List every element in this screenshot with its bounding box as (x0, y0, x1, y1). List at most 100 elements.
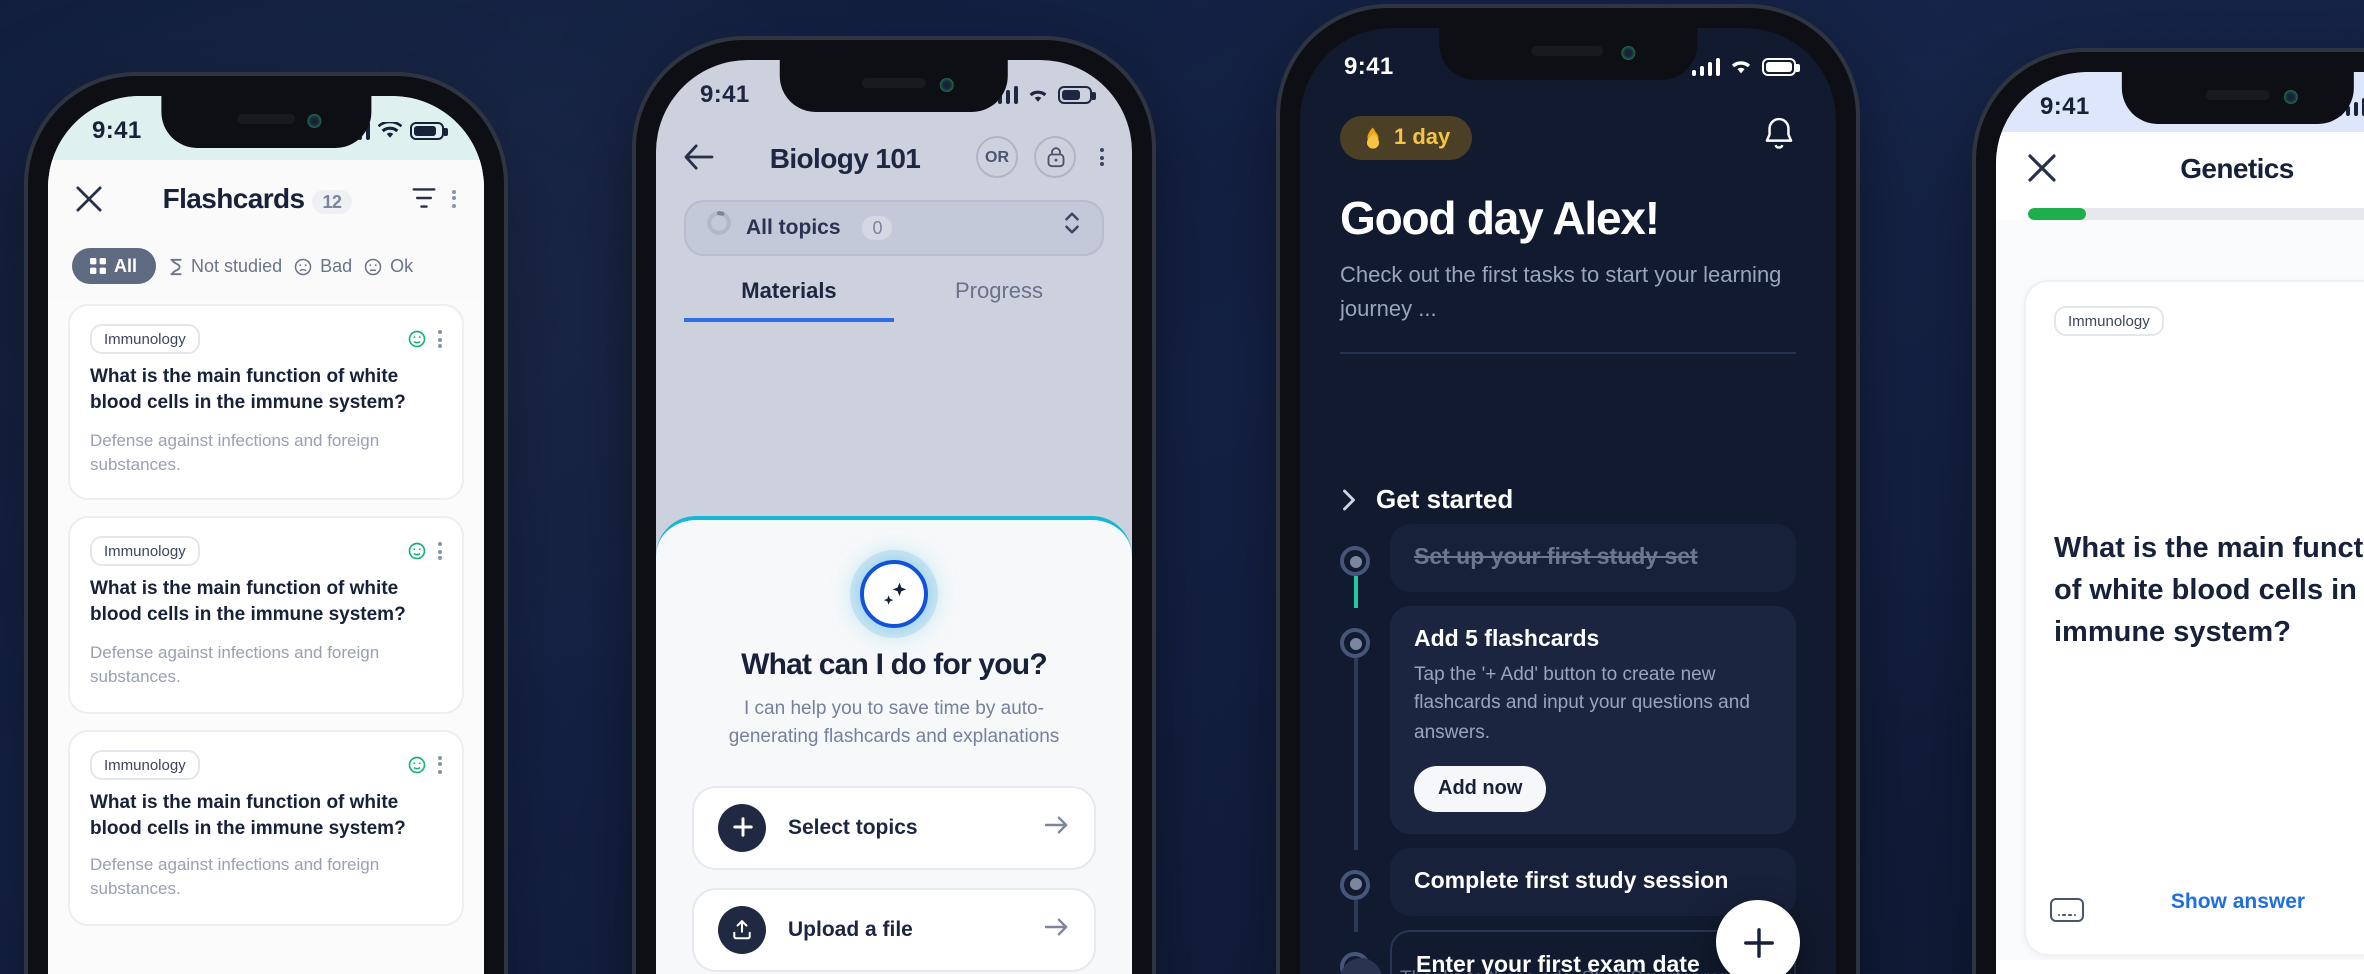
org-badge[interactable]: OR (976, 136, 1018, 178)
timeline-item[interactable]: Add 5 flashcards Tap the '+ Add' button … (1340, 606, 1796, 850)
topic-label: All topics (746, 216, 841, 240)
filter-chips: All Not studied Bad Ok (48, 236, 484, 300)
neutral-face-icon (364, 257, 382, 275)
tab-materials[interactable]: Materials (684, 280, 894, 322)
happy-face-icon (408, 543, 426, 561)
screen-mock-exam: 9:41 Genetics Immunology What is the mai… (1996, 72, 2364, 974)
notch (2121, 72, 2355, 124)
phone-flashcards: 9:41 Flashcards 12 All Not studied Bad O… (28, 76, 504, 974)
flashcard-item[interactable]: Immunology What is the main function of … (68, 516, 464, 714)
close-icon[interactable] (76, 185, 102, 211)
topic-tag: Immunology (90, 536, 200, 567)
question-card[interactable]: Immunology What is the main function of … (2024, 280, 2364, 956)
battery-icon (410, 121, 448, 139)
battery-icon (1762, 57, 1800, 75)
screen-flashcards: 9:41 Flashcards 12 All Not studied Bad O… (48, 96, 484, 974)
mockup-stage: 9:41 Flashcards 12 All Not studied Bad O… (0, 0, 2364, 974)
hourglass-icon (169, 257, 181, 275)
more-icon[interactable] (438, 755, 442, 774)
option-select-topics[interactable]: Select topics (692, 785, 1096, 869)
greeting: Good day Alex! (1340, 192, 1660, 244)
chevron-updown-icon (1062, 210, 1082, 246)
grid-icon (90, 258, 106, 274)
timeline-dot (1340, 628, 1370, 658)
task-description: Tap the '+ Add' button to create new fla… (1414, 664, 1750, 743)
status-time: 9:41 (1344, 52, 1394, 80)
section-label: Get started (1376, 484, 1514, 514)
topic-tag: Immunology (90, 749, 200, 780)
back-arrow-icon[interactable] (684, 144, 714, 170)
timeline-item[interactable]: Set up your first study set (1340, 524, 1796, 608)
ad-badge: AD (1340, 958, 1382, 974)
filter-icon[interactable] (412, 186, 436, 210)
task-title: Add 5 flashcards (1414, 628, 1600, 652)
flashcard-list[interactable]: Immunology What is the main function of … (68, 304, 464, 974)
tab-progress[interactable]: Progress (894, 280, 1104, 322)
task-title: Complete first study session (1414, 869, 1729, 894)
ai-sparkle-icon (860, 560, 928, 628)
flashcard-item[interactable]: Immunology What is the main function of … (68, 729, 464, 927)
notch (1439, 28, 1697, 80)
bell-icon[interactable] (1762, 116, 1796, 162)
chevron-right-icon (1343, 488, 1355, 510)
task-timeline: Set up your first study set Add 5 flashc… (1340, 524, 1796, 974)
happy-face-icon (408, 330, 426, 348)
timeline-item[interactable]: Complete first study session (1340, 847, 1796, 932)
divider (1340, 352, 1796, 355)
loading-circle-icon (706, 210, 732, 246)
arrow-right-icon (1044, 809, 1070, 845)
notch (779, 60, 1009, 112)
more-icon[interactable] (438, 542, 442, 561)
timeline-dot (1340, 869, 1370, 900)
ai-assistant-sheet: What can I do for you? I can help you to… (656, 516, 1132, 974)
section-get-started[interactable]: Get started (1300, 484, 1836, 514)
more-icon[interactable] (452, 189, 456, 207)
course-title: Biology 101 (769, 141, 921, 173)
option-label: Upload a file (788, 917, 913, 941)
chip-label: Not studied (191, 256, 283, 276)
screen-study-planner: 9:41 1 day Good day Alex! Check out the … (1300, 28, 1836, 974)
add-button[interactable] (1716, 900, 1800, 974)
phone-ai-assistant: 9:41 Biology 101 OR All topics 0 Materia… (636, 40, 1152, 974)
status-time: 9:41 (700, 80, 750, 108)
course-tabs: Materials Progress (684, 280, 1104, 322)
close-icon[interactable] (2028, 154, 2056, 182)
flashcard-item[interactable]: Immunology What is the main function of … (68, 304, 464, 501)
exam-title: Genetics (2180, 152, 2294, 184)
option-upload-file[interactable]: Upload a file (692, 887, 1096, 971)
show-answer-button[interactable]: Show answer (2026, 890, 2364, 914)
streak-label: 1 day (1394, 126, 1451, 150)
title-text: Flashcards (162, 182, 305, 214)
page-title: Flashcards 12 (102, 182, 412, 214)
streak-badge[interactable]: 1 day (1340, 116, 1473, 160)
chip-all[interactable]: All (72, 248, 156, 284)
wifi-icon (378, 121, 402, 137)
more-icon[interactable] (1100, 148, 1104, 166)
more-icon[interactable] (438, 330, 442, 348)
task-card[interactable]: Set up your first study set (1390, 524, 1796, 592)
greeting-subtitle: Check out the first tasks to start your … (1340, 264, 1782, 323)
topic-tag: Immunology (90, 324, 200, 354)
flashcard-answer: Defense against infections and foreign s… (90, 854, 380, 899)
signal-icon (1691, 57, 1720, 75)
option-label: Select topics (788, 815, 918, 839)
task-card[interactable]: Add 5 flashcards Tap the '+ Add' button … (1390, 606, 1796, 834)
chip-ok[interactable]: Ok (364, 256, 413, 276)
flashcard-question: What is the main function of white blood… (90, 366, 406, 414)
wifi-icon (1029, 89, 1047, 101)
lock-icon[interactable] (1034, 136, 1076, 178)
flashcards-header: Flashcards 12 (48, 160, 484, 236)
wifi-icon (1731, 61, 1751, 74)
plus-icon (1743, 927, 1773, 957)
rating-bar: Bad OK Good (1996, 960, 2364, 974)
flashcard-question: What is the main function of white blood… (90, 578, 406, 627)
arrow-right-icon (1044, 911, 1070, 947)
exam-header: Genetics (1996, 132, 2364, 220)
chip-bad[interactable]: Bad (294, 256, 352, 276)
flame-icon (1366, 127, 1380, 149)
topic-selector[interactable]: All topics 0 (684, 200, 1104, 256)
chip-not-studied[interactable]: Not studied (167, 256, 282, 276)
assistant-subtitle: I can help you to save time by auto-gene… (728, 698, 1060, 749)
chip-label: Ok (390, 256, 414, 276)
add-now-button[interactable]: Add now (1414, 765, 1547, 812)
